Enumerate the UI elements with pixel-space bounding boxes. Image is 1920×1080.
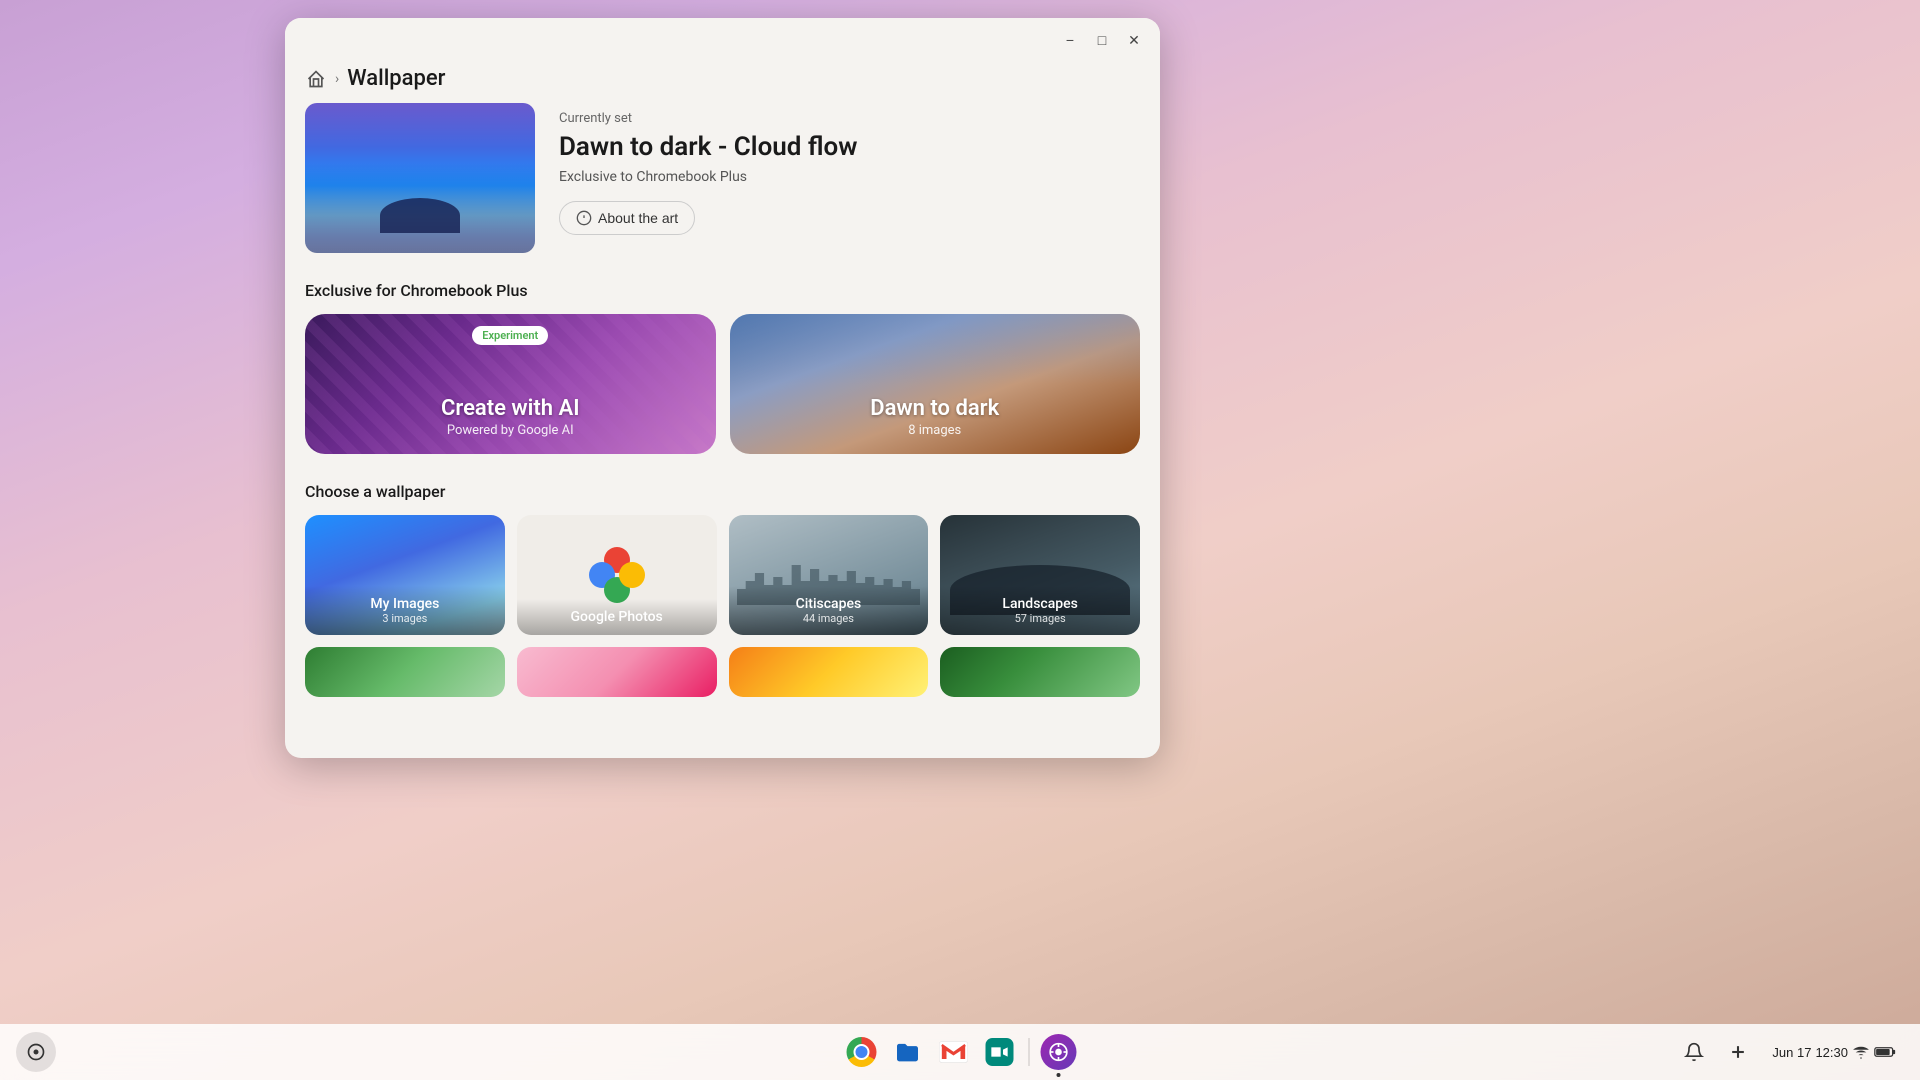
google-photos-logo [589, 547, 645, 603]
chrome-icon [847, 1037, 877, 1067]
citiscapes-card[interactable]: Citiscapes 44 images [729, 515, 929, 635]
taskbar-wallpaper-app[interactable] [1038, 1031, 1080, 1073]
landscapes-card[interactable]: Landscapes 57 images [940, 515, 1140, 635]
dawn-card-sub: 8 images [746, 423, 1125, 438]
wallpaper-name: Dawn to dark - Cloud flow [559, 132, 857, 163]
files-icon [894, 1038, 922, 1066]
my-images-card[interactable]: My Images 3 images [305, 515, 505, 635]
battery-icon [1874, 1045, 1896, 1059]
current-wallpaper-section: Currently set Dawn to dark - Cloud flow … [305, 103, 1140, 253]
notification-tray-button[interactable] [1676, 1034, 1712, 1070]
citiscapes-name: Citiscapes [741, 596, 917, 612]
meet-icon [986, 1038, 1014, 1066]
home-icon[interactable] [305, 68, 327, 90]
datetime-tray[interactable]: Jun 17 12:30 [1764, 1039, 1904, 1065]
chromebook-plus-section: Exclusive for Chromebook Plus Experiment… [305, 281, 1140, 454]
ai-card-sub: Powered by Google AI [321, 423, 700, 438]
citiscapes-count: 44 images [741, 612, 917, 625]
choose-wallpaper-title: Choose a wallpaper [305, 482, 1140, 501]
wallpaper-row2 [305, 647, 1140, 697]
title-bar: − □ ✕ [285, 18, 1160, 62]
chromebook-plus-title: Exclusive for Chromebook Plus [305, 281, 1140, 300]
citiscapes-label: Citiscapes 44 images [729, 586, 929, 635]
ai-card-main: Create with AI [321, 396, 700, 421]
wallpaper-category-grid: My Images 3 images Google Photos [305, 515, 1140, 635]
about-art-button[interactable]: About the art [559, 201, 695, 235]
petal-yellow [619, 562, 645, 588]
taskbar-left [16, 1032, 56, 1072]
category-card-8[interactable] [940, 647, 1140, 697]
ai-card-label: Create with AI Powered by Google AI [305, 380, 716, 454]
page-title: Wallpaper [347, 66, 445, 91]
taskbar-divider [1029, 1038, 1030, 1066]
minimize-button[interactable]: − [1056, 26, 1084, 54]
wallpaper-window: − □ ✕ › Wallpaper Currently set Dawn to … [285, 18, 1160, 758]
current-wallpaper-info: Currently set Dawn to dark - Cloud flow … [559, 103, 857, 235]
wallpaper-app-icon [1041, 1034, 1077, 1070]
window-controls: − □ ✕ [1056, 26, 1148, 54]
current-wallpaper-preview[interactable] [305, 103, 535, 253]
google-photos-label: Google Photos [517, 599, 717, 635]
dawn-card-label: Dawn to dark 8 images [730, 380, 1141, 454]
content-area: Currently set Dawn to dark - Cloud flow … [285, 103, 1160, 758]
taskbar-gmail[interactable] [933, 1031, 975, 1073]
category-card-5[interactable] [305, 647, 505, 697]
dawn-card-main: Dawn to dark [746, 396, 1125, 421]
breadcrumb: › Wallpaper [285, 62, 1160, 103]
breadcrumb-chevron: › [335, 71, 339, 87]
active-indicator [1057, 1073, 1061, 1077]
dawn-to-dark-card[interactable]: Dawn to dark 8 images [730, 314, 1141, 454]
taskbar-files[interactable] [887, 1031, 929, 1073]
taskbar-right: Jun 17 12:30 [1676, 1034, 1904, 1070]
time-label: 12:30 [1815, 1045, 1848, 1060]
category-card-6[interactable] [517, 647, 717, 697]
google-photos-name: Google Photos [529, 609, 705, 625]
landscapes-label: Landscapes 57 images [940, 586, 1140, 635]
add-tray-button[interactable] [1720, 1034, 1756, 1070]
my-images-name: My Images [317, 596, 493, 612]
notification-icon [1684, 1042, 1704, 1062]
category-card-7[interactable] [729, 647, 929, 697]
create-with-ai-card[interactable]: Experiment Create with AI Powered by Goo… [305, 314, 716, 454]
experiment-badge: Experiment [472, 326, 548, 345]
wallpaper-exclusive: Exclusive to Chromebook Plus [559, 169, 857, 185]
taskbar-chrome[interactable] [841, 1031, 883, 1073]
my-images-count: 3 images [317, 612, 493, 625]
close-button[interactable]: ✕ [1120, 26, 1148, 54]
taskbar: Jun 17 12:30 [0, 1024, 1920, 1080]
my-images-label: My Images 3 images [305, 586, 505, 635]
add-icon [1728, 1042, 1748, 1062]
google-photos-card[interactable]: Google Photos [517, 515, 717, 635]
currently-set-label: Currently set [559, 111, 857, 126]
plus-grid: Experiment Create with AI Powered by Goo… [305, 314, 1140, 454]
landscapes-name: Landscapes [952, 596, 1128, 612]
taskbar-center [841, 1031, 1080, 1073]
taskbar-meet[interactable] [979, 1031, 1021, 1073]
about-art-label: About the art [598, 210, 678, 226]
wifi-icon [1852, 1043, 1870, 1061]
gmail-icon [940, 1041, 968, 1063]
choose-wallpaper-section: Choose a wallpaper My Images 3 images [305, 482, 1140, 697]
date-label: Jun 17 [1772, 1045, 1811, 1060]
maximize-button[interactable]: □ [1088, 26, 1116, 54]
launcher-button[interactable] [16, 1032, 56, 1072]
landscapes-count: 57 images [952, 612, 1128, 625]
